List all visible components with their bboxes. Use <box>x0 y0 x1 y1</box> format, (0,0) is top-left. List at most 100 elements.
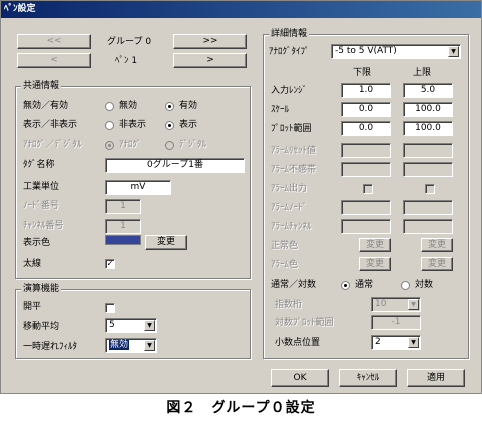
ok-button[interactable]: OK <box>271 369 329 387</box>
exponent-select[interactable]: 10 ▼ <box>371 297 421 312</box>
exponent-value: 10 <box>375 299 387 309</box>
analog-type-value: -5 to 5 V(ATT) <box>335 46 397 56</box>
enable-on-radio[interactable] <box>165 102 174 111</box>
alarm-channel-lower-input[interactable] <box>341 219 391 234</box>
alarm-deadband-upper-input[interactable] <box>403 162 453 177</box>
analog-radio[interactable] <box>105 141 114 150</box>
display-on-radio[interactable] <box>165 121 174 130</box>
display-label: 表示／非表示 <box>23 120 78 130</box>
common-info-title: 共通情報 <box>21 81 62 91</box>
alarm-output-lower-checkbox[interactable] <box>363 184 373 194</box>
tag-name-input[interactable]: 0グループ1番 <box>105 158 245 173</box>
display-color-change-button[interactable]: 変更 <box>145 235 187 250</box>
mode-log-radio[interactable] <box>401 281 410 290</box>
lag-filter-value: 無効 <box>109 340 130 350</box>
alarm-reset-upper-input[interactable] <box>403 143 453 158</box>
detail-info-title: 詳細情報 <box>269 29 310 39</box>
lower-header: 下限 <box>353 68 372 78</box>
alarm-node-upper-input[interactable] <box>403 200 453 215</box>
lag-filter-label: 一時遅れﾌｨﾙﾀ <box>23 342 78 352</box>
alarm-channel-upper-input[interactable] <box>403 219 453 234</box>
chevron-down-icon[interactable]: ▼ <box>144 340 155 351</box>
alarm-color-label: ｱﾗｰﾑ色 <box>271 260 299 270</box>
unit-label: 工業単位 <box>23 182 60 192</box>
square-root-checkbox[interactable] <box>105 303 115 313</box>
input-range-upper-input[interactable]: 5.0 <box>403 83 453 98</box>
display-on-label: 表示 <box>179 120 198 130</box>
enable-off-radio[interactable] <box>105 102 114 111</box>
chevron-down-icon[interactable]: ▼ <box>408 299 419 310</box>
thick-line-checkbox[interactable]: ✓ <box>105 259 115 269</box>
next-pen-button[interactable]: > <box>173 53 247 68</box>
input-range-lower-input[interactable]: 1.0 <box>341 83 391 98</box>
plot-range-label: ﾌﾟﾛｯﾄ範囲 <box>271 124 312 134</box>
upper-header: 上限 <box>413 68 432 78</box>
prev-group-button[interactable]: << <box>17 34 91 49</box>
alarm-output-upper-checkbox[interactable] <box>425 184 435 194</box>
alarm-reset-lower-input[interactable] <box>341 143 391 158</box>
chevron-down-icon[interactable]: ▼ <box>408 337 419 348</box>
next-group-button[interactable]: >> <box>173 34 247 49</box>
display-off-radio[interactable] <box>105 121 114 130</box>
alarm-deadband-label: ｱﾗｰﾑ不感帯 <box>271 165 317 175</box>
pen-label: ﾍﾟﾝ 1 <box>115 56 138 66</box>
window-title: ﾍﾟﾝ設定 <box>1 1 481 18</box>
enable-label: 無効／有効 <box>23 101 69 111</box>
enable-on-label: 有効 <box>179 101 198 111</box>
display-color-swatch <box>105 235 141 245</box>
scale-lower-input[interactable]: 0.0 <box>341 102 391 117</box>
channel-number-input[interactable]: 1 <box>105 219 141 234</box>
cancel-button[interactable]: ｷｬﾝｾﾙ <box>339 369 397 387</box>
unit-input[interactable]: mV <box>105 180 171 195</box>
moving-average-label: 移動平均 <box>23 322 60 332</box>
chevron-down-icon[interactable]: ▼ <box>448 46 459 57</box>
prev-pen-button[interactable]: < <box>17 53 91 68</box>
analog-type-label: ｱﾅﾛｸﾞﾀｲﾌﾟ <box>269 47 310 57</box>
scale-upper-input[interactable]: 100.0 <box>403 102 453 117</box>
channel-number-label: ﾁｬﾝﾈﾙ番号 <box>23 221 64 231</box>
square-root-label: 開平 <box>23 302 42 312</box>
lag-filter-select[interactable]: 無効 ▼ <box>105 338 157 353</box>
decimal-position-select[interactable]: 2 ▼ <box>371 335 421 350</box>
analog-digital-label: ｱﾅﾛｸﾞ／ﾃﾞｼﾞﾀﾙ <box>23 140 82 150</box>
calc-title: 演算機能 <box>21 284 62 294</box>
alarm-color-lower-change-button[interactable]: 変更 <box>359 257 391 271</box>
plot-range-upper-input[interactable]: 100.0 <box>403 121 453 136</box>
alarm-node-label: ｱﾗｰﾑﾉｰﾄﾞ <box>271 203 308 213</box>
figure-caption: 図２ グループ０設定 <box>166 400 316 416</box>
digital-radio[interactable] <box>165 141 174 150</box>
alarm-deadband-lower-input[interactable] <box>341 162 391 177</box>
thick-line-label: 太線 <box>23 259 42 269</box>
tag-name-label: ﾀｸﾞ名称 <box>23 160 55 170</box>
normal-color-label: 正常色 <box>271 241 299 251</box>
group-label: グループ 0 <box>107 37 152 47</box>
plot-range-lower-input[interactable]: 0.0 <box>341 121 391 136</box>
alarm-color-upper-change-button[interactable]: 変更 <box>421 257 453 271</box>
node-number-label: ﾉｰﾄﾞ番号 <box>23 201 60 211</box>
normal-color-upper-change-button[interactable]: 変更 <box>421 238 453 252</box>
alarm-channel-label: ｱﾗｰﾑﾁｬﾝﾈﾙ <box>271 222 312 232</box>
display-off-label: 非表示 <box>119 120 147 130</box>
log-plot-range-label: 対数ﾌﾟﾛｯﾄ範囲 <box>275 318 334 328</box>
chevron-down-icon[interactable]: ▼ <box>144 320 155 331</box>
normal-color-lower-change-button[interactable]: 変更 <box>359 238 391 252</box>
scale-label: ｽｹｰﾙ <box>271 105 290 115</box>
input-range-label: 入力ﾚﾝｼﾞ <box>271 86 308 96</box>
exponent-label: 指数桁 <box>275 300 303 310</box>
display-color-label: 表示色 <box>23 238 51 248</box>
mode-log-label: 対数 <box>415 280 434 290</box>
enable-off-label: 無効 <box>119 101 138 111</box>
alarm-output-label: ｱﾗｰﾑ出力 <box>271 184 308 194</box>
alarm-node-lower-input[interactable] <box>341 200 391 215</box>
decimal-position-label: 小数点位置 <box>275 338 321 348</box>
node-number-input[interactable]: 1 <box>105 199 141 214</box>
moving-average-select[interactable]: 5 ▼ <box>105 318 157 333</box>
moving-average-value: 5 <box>109 320 115 330</box>
alarm-reset-label: ｱﾗｰﾑﾘｾｯﾄ値 <box>271 146 317 156</box>
pen-settings-dialog: ﾍﾟﾝ設定 << グループ 0 >> < ﾍﾟﾝ 1 > 共通情報 無効／有効 … <box>0 0 482 394</box>
analog-type-select[interactable]: -5 to 5 V(ATT) ▼ <box>331 44 461 59</box>
scale-mode-label: 通常／対数 <box>271 280 317 290</box>
apply-button[interactable]: 適用 <box>407 369 465 387</box>
log-plot-range-input[interactable]: -1 <box>371 315 421 330</box>
mode-normal-radio[interactable] <box>341 281 350 290</box>
